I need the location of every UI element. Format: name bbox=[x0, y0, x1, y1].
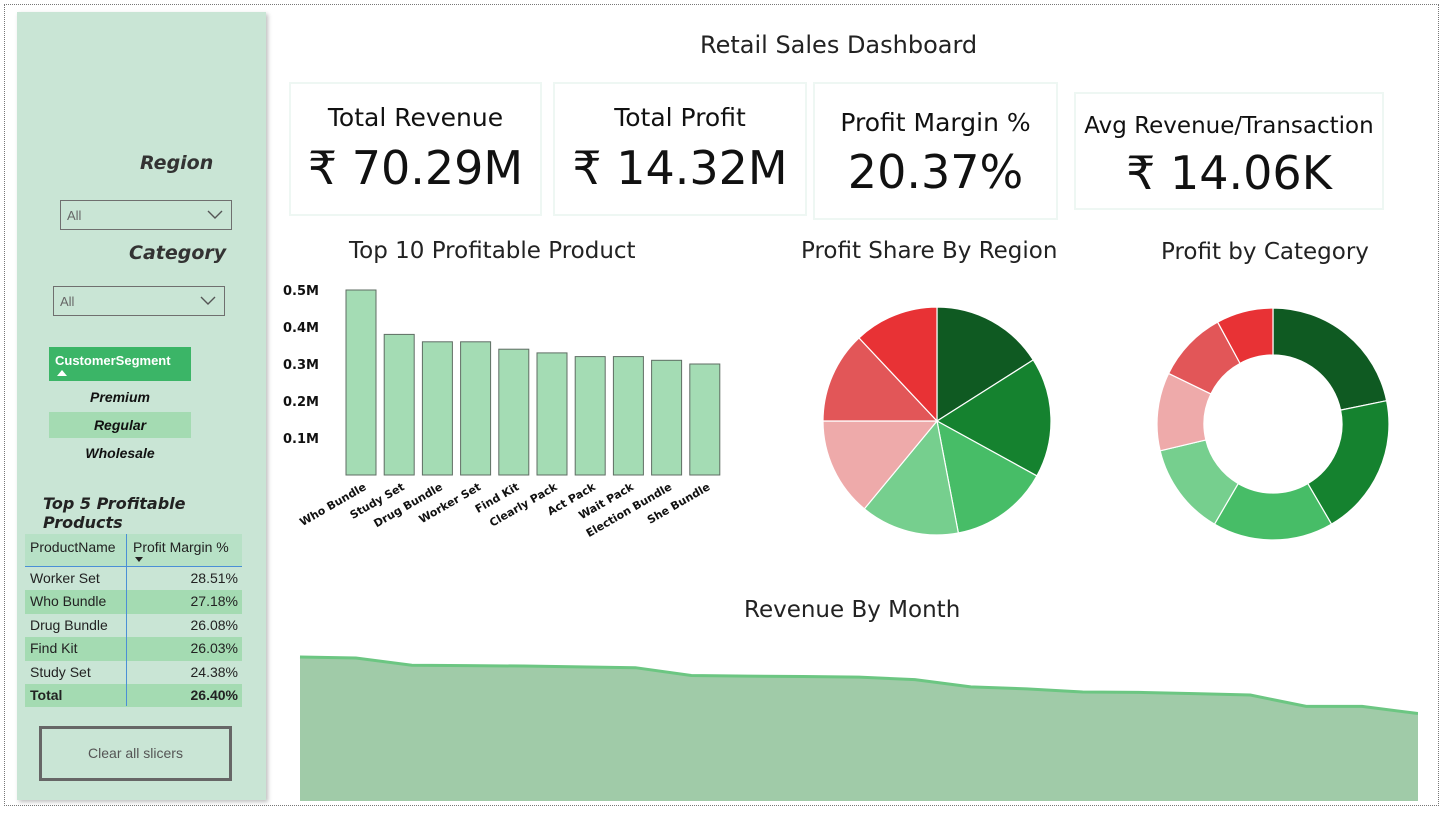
clear-all-slicers-button[interactable]: Clear all slicers bbox=[39, 726, 232, 781]
table-row[interactable]: Find Kit 26.03% bbox=[25, 637, 242, 661]
table-cell-margin: 27.18% bbox=[190, 593, 238, 610]
sort-ascending-icon bbox=[57, 370, 67, 376]
page-title: Retail Sales Dashboard bbox=[700, 31, 978, 59]
table-header: ProductName Profit Margin % bbox=[25, 534, 242, 567]
top10-bar-chart: 0.1M0.2M0.3M0.4M0.5MWho BundleStudy SetD… bbox=[283, 284, 721, 540]
top10-chart-title: Top 10 Profitable Product bbox=[349, 238, 636, 264]
kpi-value: ₹ 70.29M bbox=[307, 141, 524, 195]
customer-segment-header[interactable]: CustomerSegment bbox=[49, 347, 191, 381]
table-cell-product: Study Set bbox=[30, 663, 91, 680]
top5-table-title: Top 5 Profitable Products bbox=[43, 494, 186, 532]
table-cell-margin: 28.51% bbox=[190, 570, 238, 586]
table-row[interactable]: Drug Bundle 26.08% bbox=[25, 614, 242, 637]
y-tick-label: 0.2M bbox=[283, 395, 319, 410]
bar-mark[interactable] bbox=[536, 352, 568, 476]
bar-mark[interactable] bbox=[689, 363, 721, 476]
kpi-card-total-revenue: Total Revenue ₹ 70.29M bbox=[289, 82, 542, 216]
region-dropdown[interactable]: All bbox=[60, 200, 232, 230]
y-tick-label: 0.3M bbox=[283, 358, 319, 373]
kpi-value: 20.37% bbox=[847, 145, 1024, 199]
bar-mark[interactable] bbox=[612, 356, 644, 476]
chevron-down-icon bbox=[200, 296, 216, 305]
region-slicer-title: Region bbox=[140, 152, 214, 174]
kpi-card-avg-revenue: Avg Revenue/Transaction ₹ 14.06K bbox=[1074, 92, 1384, 210]
bar-mark[interactable] bbox=[498, 348, 530, 476]
kpi-label: Profit Margin % bbox=[840, 108, 1031, 137]
table-total-row: Total 26.40% bbox=[25, 683, 242, 708]
customer-segment-label: CustomerSegment bbox=[55, 353, 171, 368]
segment-item-regular[interactable]: Regular bbox=[49, 412, 191, 438]
table-row[interactable]: Who Bundle 27.18% bbox=[25, 590, 242, 614]
bar-mark[interactable] bbox=[345, 289, 377, 476]
y-tick-label: 0.5M bbox=[283, 284, 319, 299]
kpi-label: Total Profit bbox=[614, 103, 746, 132]
segment-item-premium[interactable]: Premium bbox=[49, 384, 191, 410]
revenue-area-chart bbox=[299, 655, 1418, 801]
bar-mark[interactable] bbox=[574, 356, 606, 476]
category-chart-title: Profit by Category bbox=[1161, 239, 1369, 265]
month-chart-title: Revenue By Month bbox=[744, 597, 961, 623]
table-cell-product: Who Bundle bbox=[30, 593, 107, 610]
top5-products-table: ProductName Profit Margin % Worker Set 2… bbox=[25, 534, 242, 708]
table-cell-margin: 24.38% bbox=[190, 663, 238, 680]
table-row[interactable]: Study Set 24.38% bbox=[25, 661, 242, 684]
bar-mark[interactable] bbox=[651, 359, 683, 476]
table-cell-product: Worker Set bbox=[30, 570, 100, 586]
bar-mark[interactable] bbox=[383, 333, 415, 476]
category-donut-chart bbox=[1156, 307, 1390, 541]
table-total-label: Total bbox=[30, 686, 63, 703]
y-tick-label: 0.4M bbox=[283, 321, 319, 336]
category-dropdown[interactable]: All bbox=[53, 286, 225, 316]
table-column-divider bbox=[126, 534, 127, 706]
column-header-productname[interactable]: ProductName bbox=[30, 539, 116, 555]
y-tick-label: 0.1M bbox=[283, 432, 319, 447]
region-pie-chart bbox=[822, 306, 1052, 536]
table-cell-margin: 26.08% bbox=[190, 616, 238, 633]
kpi-card-total-profit: Total Profit ₹ 14.32M bbox=[553, 82, 807, 216]
kpi-value: ₹ 14.06K bbox=[1126, 146, 1332, 200]
category-dropdown-value: All bbox=[60, 294, 75, 309]
column-header-profit-margin[interactable]: Profit Margin % bbox=[133, 539, 229, 555]
category-slicer-title: Category bbox=[129, 242, 227, 264]
table-cell-margin: 26.03% bbox=[190, 640, 238, 657]
bar-mark[interactable] bbox=[460, 341, 492, 476]
table-row[interactable]: Worker Set 28.51% bbox=[25, 567, 242, 590]
kpi-label: Total Revenue bbox=[327, 103, 504, 132]
pie-slice[interactable] bbox=[1272, 307, 1388, 411]
bar-mark[interactable] bbox=[421, 341, 453, 476]
filter-sidebar: Region All Category All CustomerSegment … bbox=[17, 12, 266, 800]
chevron-down-icon bbox=[207, 210, 223, 219]
sort-descending-icon bbox=[135, 557, 143, 562]
region-dropdown-value: All bbox=[67, 208, 82, 223]
table-cell-product: Drug Bundle bbox=[30, 616, 108, 633]
kpi-value: ₹ 14.32M bbox=[572, 141, 788, 195]
kpi-card-profit-margin: Profit Margin % 20.37% bbox=[813, 82, 1058, 220]
table-total-value: 26.40% bbox=[190, 686, 238, 703]
region-chart-title: Profit Share By Region bbox=[801, 238, 1058, 264]
segment-item-wholesale[interactable]: Wholesale bbox=[49, 440, 191, 466]
kpi-label: Avg Revenue/Transaction bbox=[1084, 113, 1374, 139]
table-cell-product: Find Kit bbox=[30, 640, 78, 657]
